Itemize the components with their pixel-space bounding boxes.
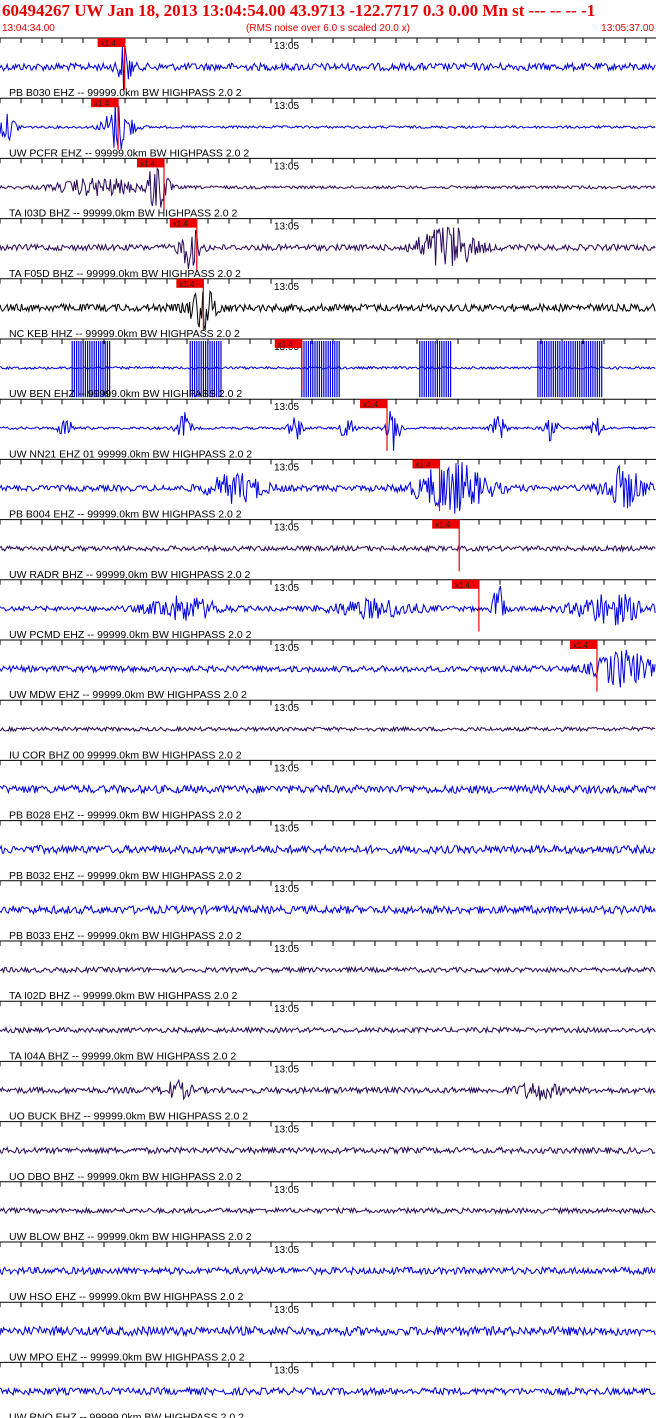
waveform-trace <box>0 462 656 514</box>
pick-label: x1.4 <box>363 400 379 409</box>
waveform-trace <box>0 1206 656 1215</box>
pick-label: x1.4 <box>435 521 451 530</box>
waveform-trace <box>0 585 656 626</box>
waveform-trace <box>0 1025 656 1035</box>
waveform-trace <box>0 104 656 150</box>
waveform-trace <box>0 411 656 451</box>
waveform-trace <box>0 44 656 90</box>
waveform-trace <box>0 226 656 270</box>
station-label: PB B004 EHZ -- 99999.0km BW HIGHPASS 2.0… <box>9 509 242 521</box>
time-tick-label: 13:05 <box>274 1004 299 1015</box>
waveform-trace <box>0 1078 656 1101</box>
waveform-trace <box>0 544 656 553</box>
station-label: UW RNO EHZ -- 99999.0km BW HIGHPASS 2.0 … <box>9 1412 244 1418</box>
station-label: NC KEB HHZ -- 99999.0km BW HIGHPASS 2.0 … <box>9 328 240 340</box>
waveform-trace <box>0 965 656 975</box>
waveform-trace <box>0 725 656 733</box>
time-tick-label: 13:05 <box>274 41 299 52</box>
pick-label: x1.4 <box>416 460 432 469</box>
pick-label: x1.4 <box>140 159 156 168</box>
time-tick-label: 13:05 <box>274 462 299 473</box>
station-label: TA F05D BHZ -- 99999.0km BW HIGHPASS 2.0… <box>9 268 241 280</box>
time-tick-label: 13:05 <box>274 703 299 714</box>
waveform-trace <box>0 649 656 688</box>
time-tick-label: 13:05 <box>274 763 299 774</box>
station-label: UW RADR BHZ -- 99999.0km BW HIGHPASS 2.0… <box>9 569 251 581</box>
waveform-trace <box>0 843 656 856</box>
waveform-trace <box>0 1145 656 1156</box>
waveform-trace <box>0 1265 656 1277</box>
pick-label: x1.4 <box>101 39 117 48</box>
time-tick-label: 13:05 <box>274 1125 299 1136</box>
time-tick-label: 13:05 <box>274 101 299 112</box>
waveform-trace <box>0 290 656 331</box>
time-tick-label: 13:05 <box>274 884 299 895</box>
station-label: UW MPO EHZ -- 99999.0km BW HIGHPASS 2.0 … <box>9 1351 245 1363</box>
station-label: TA I03D BHZ -- 99999.0km BW HIGHPASS 2.0… <box>9 208 238 220</box>
station-label: UW MDW EHZ -- 99999.0km BW HIGHPASS 2.0 … <box>9 689 247 701</box>
time-tick-label: 13:05 <box>274 643 299 654</box>
station-label: UW PCMD EHZ -- 99999.0km BW HIGHPASS 2.0… <box>9 629 252 641</box>
pick-label: x1.4 <box>94 99 110 108</box>
time-tick-label: 13:05 <box>274 1365 299 1376</box>
time-tick-label: 13:05 <box>274 1185 299 1196</box>
waveform-trace <box>0 1385 656 1397</box>
station-label: UW BLOW BHZ -- 99999.0km BW HIGHPASS 2.0… <box>9 1231 252 1243</box>
station-label: IU COR BHZ 00 99999.0km BW HIGHPASS 2.0 … <box>9 749 242 761</box>
station-label: TA I02D BHZ -- 99999.0km BW HIGHPASS 2.0… <box>9 990 238 1002</box>
time-tick-label: 13:05 <box>274 1064 299 1075</box>
pick-label: x1.4 <box>278 340 294 349</box>
time-tick-label: 13:05 <box>274 402 299 413</box>
waveform-trace <box>0 167 656 208</box>
station-label: UW HSO EHZ -- 99999.0km BW HIGHPASS 2.0 … <box>9 1291 244 1303</box>
pick-label: x1.4 <box>179 280 195 289</box>
time-tick-label: 13:05 <box>274 222 299 233</box>
station-label: UW PCFR EHZ -- 99999.0km BW HIGHPASS 2.0… <box>9 147 249 159</box>
pick-label: x1.4 <box>173 220 189 229</box>
station-label: UW NN21 EHZ 01 99999.0km BW HIGHPASS 2.0… <box>9 448 252 460</box>
waveform-trace <box>0 783 656 795</box>
station-label: PB B033 EHZ -- 99999.0km BW HIGHPASS 2.0… <box>9 930 242 942</box>
waveform-trace <box>0 1324 656 1338</box>
station-label: UO BUCK BHZ -- 99999.0km BW HIGHPASS 2.0… <box>9 1111 248 1123</box>
station-label: PB B028 EHZ -- 99999.0km BW HIGHPASS 2.0… <box>9 810 242 822</box>
seismogram-plot: 13:05x1.4PB B030 EHZ -- 99999.0km BW HIG… <box>0 37 656 1418</box>
time-tick-label: 13:05 <box>274 824 299 835</box>
time-tick-label: 13:05 <box>274 523 299 534</box>
station-label: TA I04A BHZ -- 99999.0km BW HIGHPASS 2.0… <box>9 1050 236 1062</box>
time-tick-label: 13:05 <box>274 161 299 172</box>
pick-label: x1.4 <box>455 581 471 590</box>
time-tick-label: 13:05 <box>274 944 299 955</box>
station-label: UO DBO BHZ -- 99999.0km BW HIGHPASS 2.0 … <box>9 1171 242 1183</box>
time-tick-label: 13:05 <box>274 583 299 594</box>
pick-label: x1.4 <box>573 641 589 650</box>
station-label: PB B030 EHZ -- 99999.0km BW HIGHPASS 2.0… <box>9 87 242 99</box>
time-tick-label: 13:05 <box>274 1245 299 1256</box>
time-tick-label: 13:05 <box>274 282 299 293</box>
waveform-trace <box>0 903 656 916</box>
time-tick-label: 13:05 <box>274 1305 299 1316</box>
station-label: UW BEN EHZ -- 99999.0km BW HIGHPASS 2.0 … <box>9 388 242 400</box>
station-label: PB B032 EHZ -- 99999.0km BW HIGHPASS 2.0… <box>9 870 242 882</box>
